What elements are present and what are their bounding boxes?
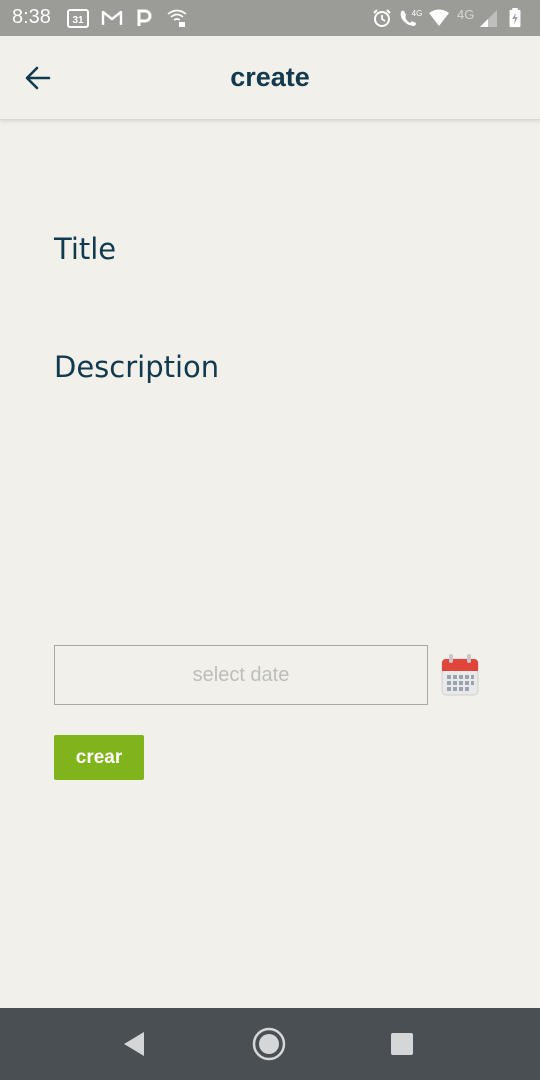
wifi-icon bbox=[429, 9, 449, 26]
battery-icon bbox=[509, 8, 521, 28]
calendar-button[interactable] bbox=[440, 653, 480, 697]
status-time: 8:38 bbox=[12, 6, 51, 28]
create-button[interactable]: crear bbox=[54, 735, 144, 780]
home-circle-icon[interactable] bbox=[251, 1026, 287, 1062]
back-triangle-icon[interactable] bbox=[116, 1026, 152, 1062]
app-bar: create bbox=[0, 36, 540, 120]
call-network-label: 4G bbox=[412, 9, 423, 18]
wifi-call-icon: 4G bbox=[400, 9, 423, 26]
calendar-icon bbox=[441, 654, 479, 696]
signal-icon bbox=[480, 10, 497, 27]
title-field[interactable]: Title bbox=[54, 232, 116, 266]
wifi-hotspot-icon bbox=[167, 9, 187, 27]
status-bar: 8:38 31 4G 4G bbox=[0, 0, 540, 36]
parking-icon bbox=[137, 9, 152, 26]
gmail-icon bbox=[101, 10, 123, 25]
network-type-label: 4G bbox=[457, 7, 475, 22]
page-title: create bbox=[230, 62, 310, 92]
description-field[interactable]: Description bbox=[54, 350, 219, 384]
date-input[interactable] bbox=[54, 645, 428, 705]
alarm-icon bbox=[373, 9, 391, 27]
recents-square-icon[interactable] bbox=[384, 1026, 420, 1062]
navigation-bar bbox=[0, 1008, 540, 1080]
calendar-icon: 31 bbox=[67, 9, 89, 28]
calendar-day: 31 bbox=[72, 15, 84, 26]
